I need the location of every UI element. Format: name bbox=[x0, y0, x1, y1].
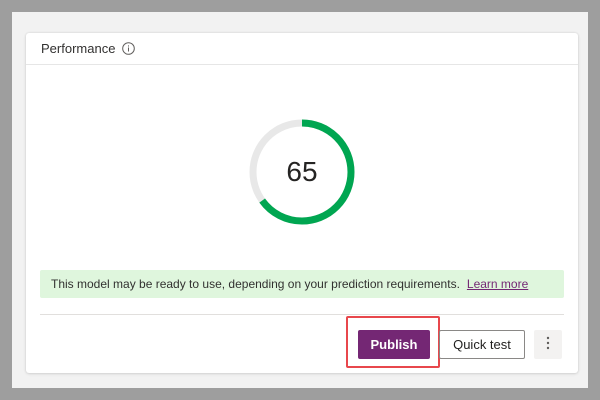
card-title: Performance bbox=[41, 41, 116, 56]
card-header: Performance bbox=[26, 33, 578, 65]
more-options-button[interactable] bbox=[534, 330, 562, 359]
more-vertical-icon bbox=[546, 336, 550, 353]
performance-card: Performance 65 This model may be ready t… bbox=[26, 33, 578, 373]
quick-test-button[interactable]: Quick test bbox=[439, 330, 525, 359]
banner-message: This model may be ready to use, dependin… bbox=[51, 277, 460, 291]
gauge-score-value: 65 bbox=[286, 156, 318, 187]
learn-more-link[interactable]: Learn more bbox=[467, 277, 528, 291]
divider bbox=[40, 314, 564, 315]
info-icon[interactable] bbox=[122, 42, 136, 55]
readiness-banner: This model may be ready to use, dependin… bbox=[40, 270, 564, 298]
publish-button[interactable]: Publish bbox=[358, 330, 430, 359]
performance-score-gauge: 65 bbox=[246, 116, 358, 228]
